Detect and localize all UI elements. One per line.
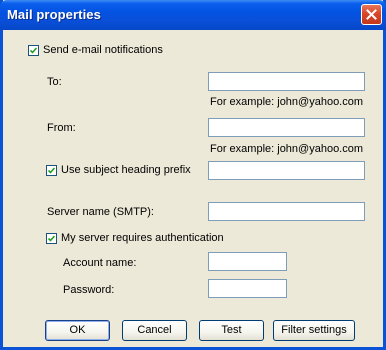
subject-prefix-input[interactable]: [208, 161, 365, 180]
close-button[interactable]: [361, 4, 382, 25]
to-example-hint: For example: john@yahoo.com: [210, 96, 364, 108]
checkmark-icon: [48, 235, 55, 242]
account-name-label: Account name:: [63, 257, 137, 269]
account-name-input[interactable]: [208, 252, 287, 271]
password-label: Password:: [63, 284, 115, 296]
password-input[interactable]: [208, 279, 287, 298]
cancel-button[interactable]: Cancel: [122, 320, 187, 341]
title-bar[interactable]: Mail properties: [0, 0, 386, 30]
dialog-content: Send e-mail notifications To: For exampl…: [3, 30, 383, 347]
checkmark-icon: [30, 47, 37, 54]
from-input[interactable]: [208, 118, 365, 137]
to-label: To:: [47, 76, 62, 88]
from-example-hint: For example: john@yahoo.com: [210, 143, 364, 155]
close-icon: [366, 9, 377, 20]
subject-prefix-label: Use subject heading prefix: [61, 164, 191, 176]
subject-prefix-checkbox[interactable]: [46, 165, 57, 176]
from-label: From:: [47, 122, 76, 134]
server-name-input[interactable]: [208, 202, 365, 221]
send-notifications-label: Send e-mail notifications: [43, 44, 163, 56]
window-title: Mail properties: [7, 7, 101, 22]
test-button[interactable]: Test: [199, 320, 264, 341]
send-notifications-checkbox[interactable]: [28, 45, 39, 56]
requires-auth-label: My server requires authentication: [61, 232, 224, 244]
filter-settings-button[interactable]: Filter settings: [273, 320, 355, 341]
requires-auth-checkbox[interactable]: [46, 233, 57, 244]
checkmark-icon: [48, 167, 55, 174]
server-name-label: Server name (SMTP):: [47, 206, 154, 218]
mail-properties-dialog: Mail properties Send e-mail notification…: [0, 0, 386, 350]
to-input[interactable]: [208, 72, 365, 91]
ok-button[interactable]: OK: [45, 320, 110, 341]
